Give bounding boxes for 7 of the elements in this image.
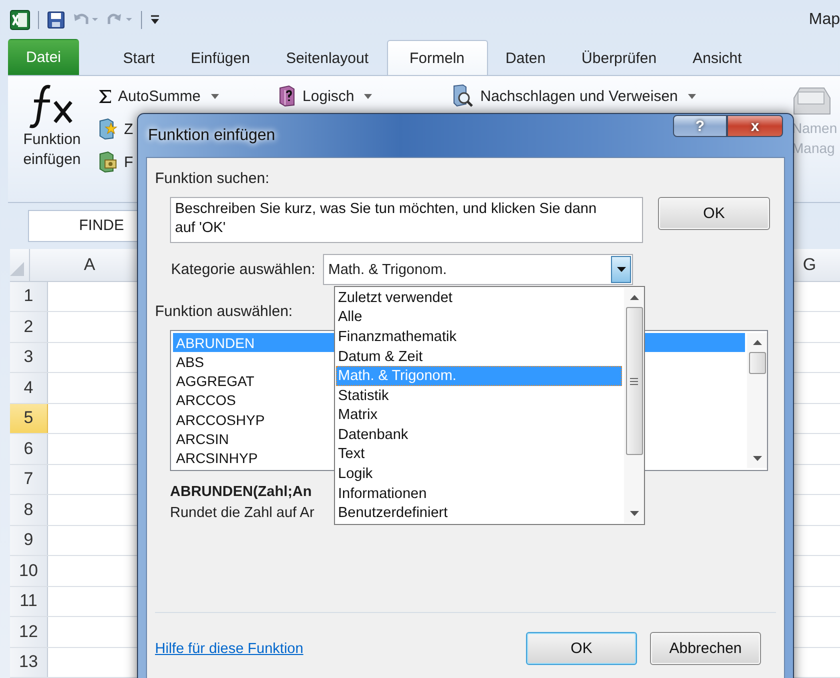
category-label: Kategorie auswählen: <box>171 261 316 278</box>
window-title: Map <box>808 10 840 29</box>
search-label: Funktion suchen: <box>155 170 270 187</box>
dialog-title: Funktion einfügen <box>148 126 276 144</box>
function-label: Funktion auswählen: <box>155 303 293 320</box>
function-description: Rundet die Zahl auf Ar <box>170 505 314 521</box>
function-signature: ABRUNDEN(Zahl;An <box>170 484 312 500</box>
